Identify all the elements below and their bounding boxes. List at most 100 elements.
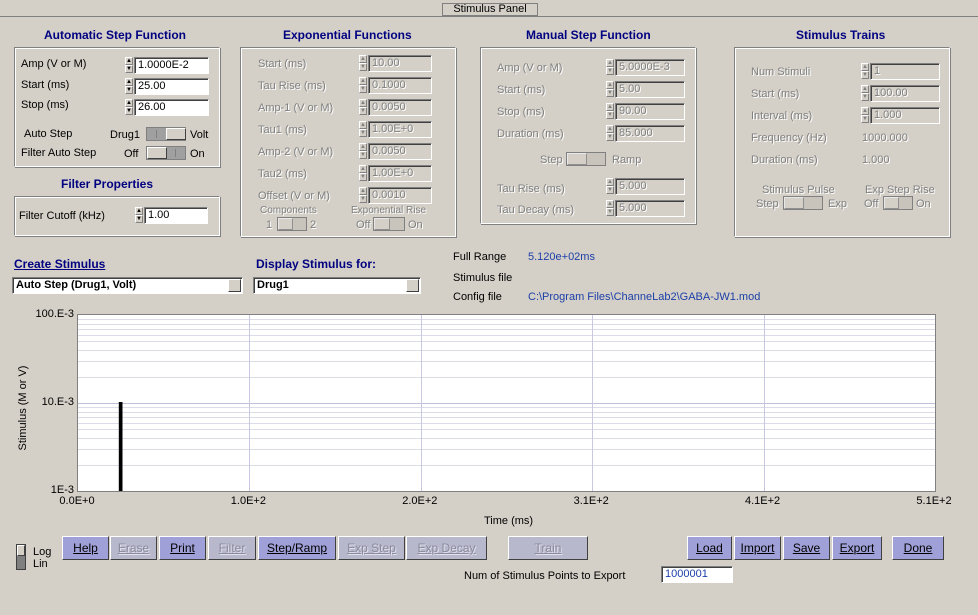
manual-field-input-1[interactable]: 5.00 — [615, 81, 685, 98]
exp-rise-right: On — [408, 219, 423, 231]
window-title: Stimulus Panel — [442, 3, 538, 16]
manual-field-spinner-3[interactable]: ▲ ▼ — [606, 125, 614, 141]
exp-step-right: On — [916, 198, 931, 210]
dropdown-arrow-icon[interactable] — [406, 279, 419, 292]
manual-field-input-3[interactable]: 85.000 — [615, 125, 685, 142]
exp-field-input-6[interactable]: 0.0010 — [368, 187, 432, 204]
exp-step-left: Off — [864, 198, 879, 210]
log-lin-slider[interactable] — [16, 544, 26, 570]
stimulus-plot[interactable] — [77, 314, 936, 492]
save-button-label: Save — [792, 541, 821, 555]
exp-field-input-5[interactable]: 1.00E+0 — [368, 165, 432, 182]
filter-cutoff-spinner[interactable]: ▲ ▼ — [135, 207, 143, 223]
auto-start-input[interactable]: 25.00 — [134, 78, 209, 95]
y-tick-label: 10.E-3 — [41, 396, 74, 408]
step-ramp-toggle[interactable] — [566, 152, 606, 166]
train-field-label-2: Interval (ms) — [751, 110, 813, 122]
import-button[interactable]: Import — [734, 536, 781, 560]
help-button[interactable]: Help — [62, 536, 109, 560]
filter-auto-toggle[interactable] — [146, 146, 186, 160]
exp-step-button-label: Exp Step — [347, 541, 396, 555]
step-ramp-button[interactable]: Step/Ramp — [258, 536, 336, 560]
exp-step-toggle[interactable] — [883, 196, 913, 210]
train-field-spinner-0[interactable]: ▲ ▼ — [861, 63, 869, 79]
auto-amp-input[interactable]: 1.0000E-2 — [134, 57, 209, 74]
exp-field-input-4[interactable]: 0.0050 — [368, 143, 432, 160]
step-ramp-button-label: Step/Ramp — [266, 541, 328, 555]
create-stimulus-value: Auto Step (Drug1, Volt) — [16, 279, 137, 291]
train-button[interactable]: Train — [508, 536, 588, 560]
exp-decay-button-label: Exp Decay — [417, 541, 476, 555]
exp-field-spinner-6[interactable]: ▲ ▼ — [359, 187, 367, 203]
display-stimulus-label: Display Stimulus for: — [256, 257, 377, 271]
auto-amp-spinner[interactable]: ▲ ▼ — [125, 57, 133, 73]
filter-auto-left-label: Off — [124, 148, 139, 160]
save-button[interactable]: Save — [783, 536, 830, 560]
tau-decay-spinner[interactable]: ▲ ▼ — [606, 200, 614, 216]
exp-field-spinner-2[interactable]: ▲ ▼ — [359, 99, 367, 115]
exp-field-input-0[interactable]: 10.00 — [368, 55, 432, 72]
exp-field-label-0: Start (ms) — [258, 58, 307, 70]
train-field-input-0[interactable]: 1 — [870, 63, 940, 80]
components-label: Components — [260, 205, 317, 216]
auto-start-spinner[interactable]: ▲ ▼ — [125, 78, 133, 94]
exp-field-label-6: Offset (V or M) — [258, 190, 330, 202]
exp-rise-toggle[interactable] — [373, 217, 405, 231]
exp-step-button[interactable]: Exp Step — [338, 536, 405, 560]
load-button[interactable]: Load — [687, 536, 732, 560]
train-field-spinner-1[interactable]: ▲ ▼ — [861, 85, 869, 101]
done-button[interactable]: Done — [892, 536, 944, 560]
exp-field-spinner-0[interactable]: ▲ ▼ — [359, 55, 367, 71]
manual-field-spinner-2[interactable]: ▲ ▼ — [606, 103, 614, 119]
exp-field-input-3[interactable]: 1.00E+0 — [368, 121, 432, 138]
frequency-value: 1000.000 — [862, 132, 908, 144]
exp-field-spinner-5[interactable]: ▲ ▼ — [359, 165, 367, 181]
export-button[interactable]: Export — [832, 536, 882, 560]
filter-button[interactable]: Filter — [208, 536, 256, 560]
export-button-label: Export — [839, 541, 875, 555]
train-field-input-2[interactable]: 1.000 — [870, 107, 940, 124]
auto-stop-input[interactable]: 26.00 — [134, 99, 209, 116]
dropdown-arrow-icon[interactable] — [228, 279, 241, 292]
auto-step-title: Automatic Step Function — [44, 28, 186, 42]
tau-rise-input[interactable]: 5.000 — [615, 178, 685, 195]
exp-field-spinner-3[interactable]: ▲ ▼ — [359, 121, 367, 137]
exp-field-input-1[interactable]: 0.1000 — [368, 77, 432, 94]
manual-field-label-3: Duration (ms) — [497, 128, 564, 140]
exp-field-spinner-4[interactable]: ▲ ▼ — [359, 143, 367, 159]
auto-stop-spinner[interactable]: ▲ ▼ — [125, 99, 133, 115]
tau-rise-spinner[interactable]: ▲ ▼ — [606, 178, 614, 194]
exp-field-spinner-1[interactable]: ▲ ▼ — [359, 77, 367, 93]
manual-field-input-2[interactable]: 90.00 — [615, 103, 685, 120]
components-right: 2 — [310, 219, 317, 231]
print-button[interactable]: Print — [159, 536, 206, 560]
exp-decay-button[interactable]: Exp Decay — [406, 536, 487, 560]
log-lin-slider-thumb[interactable] — [17, 545, 25, 556]
filter-button-label: Filter — [218, 541, 246, 555]
components-left: 1 — [266, 219, 273, 231]
tau-decay-input[interactable]: 5.000 — [615, 200, 685, 217]
manual-field-spinner-0[interactable]: ▲ ▼ — [606, 59, 614, 75]
manual-field-spinner-1[interactable]: ▲ ▼ — [606, 81, 614, 97]
components-toggle[interactable] — [277, 217, 307, 231]
pulse-label: Stimulus Pulse — [762, 184, 835, 196]
display-stimulus-select[interactable]: Drug1 — [253, 277, 421, 294]
erase-button[interactable]: Erase — [110, 536, 157, 560]
exp-field-input-2[interactable]: 0.0050 — [368, 99, 432, 116]
pulse-toggle[interactable] — [783, 196, 823, 210]
filter-auto-label: Filter Auto Step — [21, 147, 97, 159]
y-tick-label: 100.E-3 — [35, 308, 74, 320]
manual-field-input-0[interactable]: 5.0000E-3 — [615, 59, 685, 76]
x-tick-label: 5.1E+2 — [916, 495, 952, 507]
filter-cutoff-input[interactable]: 1.00 — [144, 207, 208, 224]
create-stimulus-select[interactable]: Auto Step (Drug1, Volt) — [12, 277, 243, 294]
display-stimulus-value: Drug1 — [257, 279, 289, 291]
train-field-spinner-2[interactable]: ▲ ▼ — [861, 107, 869, 123]
export-points-label: Num of Stimulus Points to Export — [464, 570, 626, 582]
auto-step-left-label: Drug1 — [110, 129, 140, 141]
train-field-input-1[interactable]: 100.00 — [870, 85, 940, 102]
export-points-input[interactable]: 1000001 — [661, 566, 733, 583]
auto-step-toggle[interactable] — [146, 127, 186, 141]
filter-title: Filter Properties — [61, 177, 154, 191]
config-file-value: C:\Program Files\ChanneLab2\GABA-JW1.mod — [528, 291, 761, 303]
